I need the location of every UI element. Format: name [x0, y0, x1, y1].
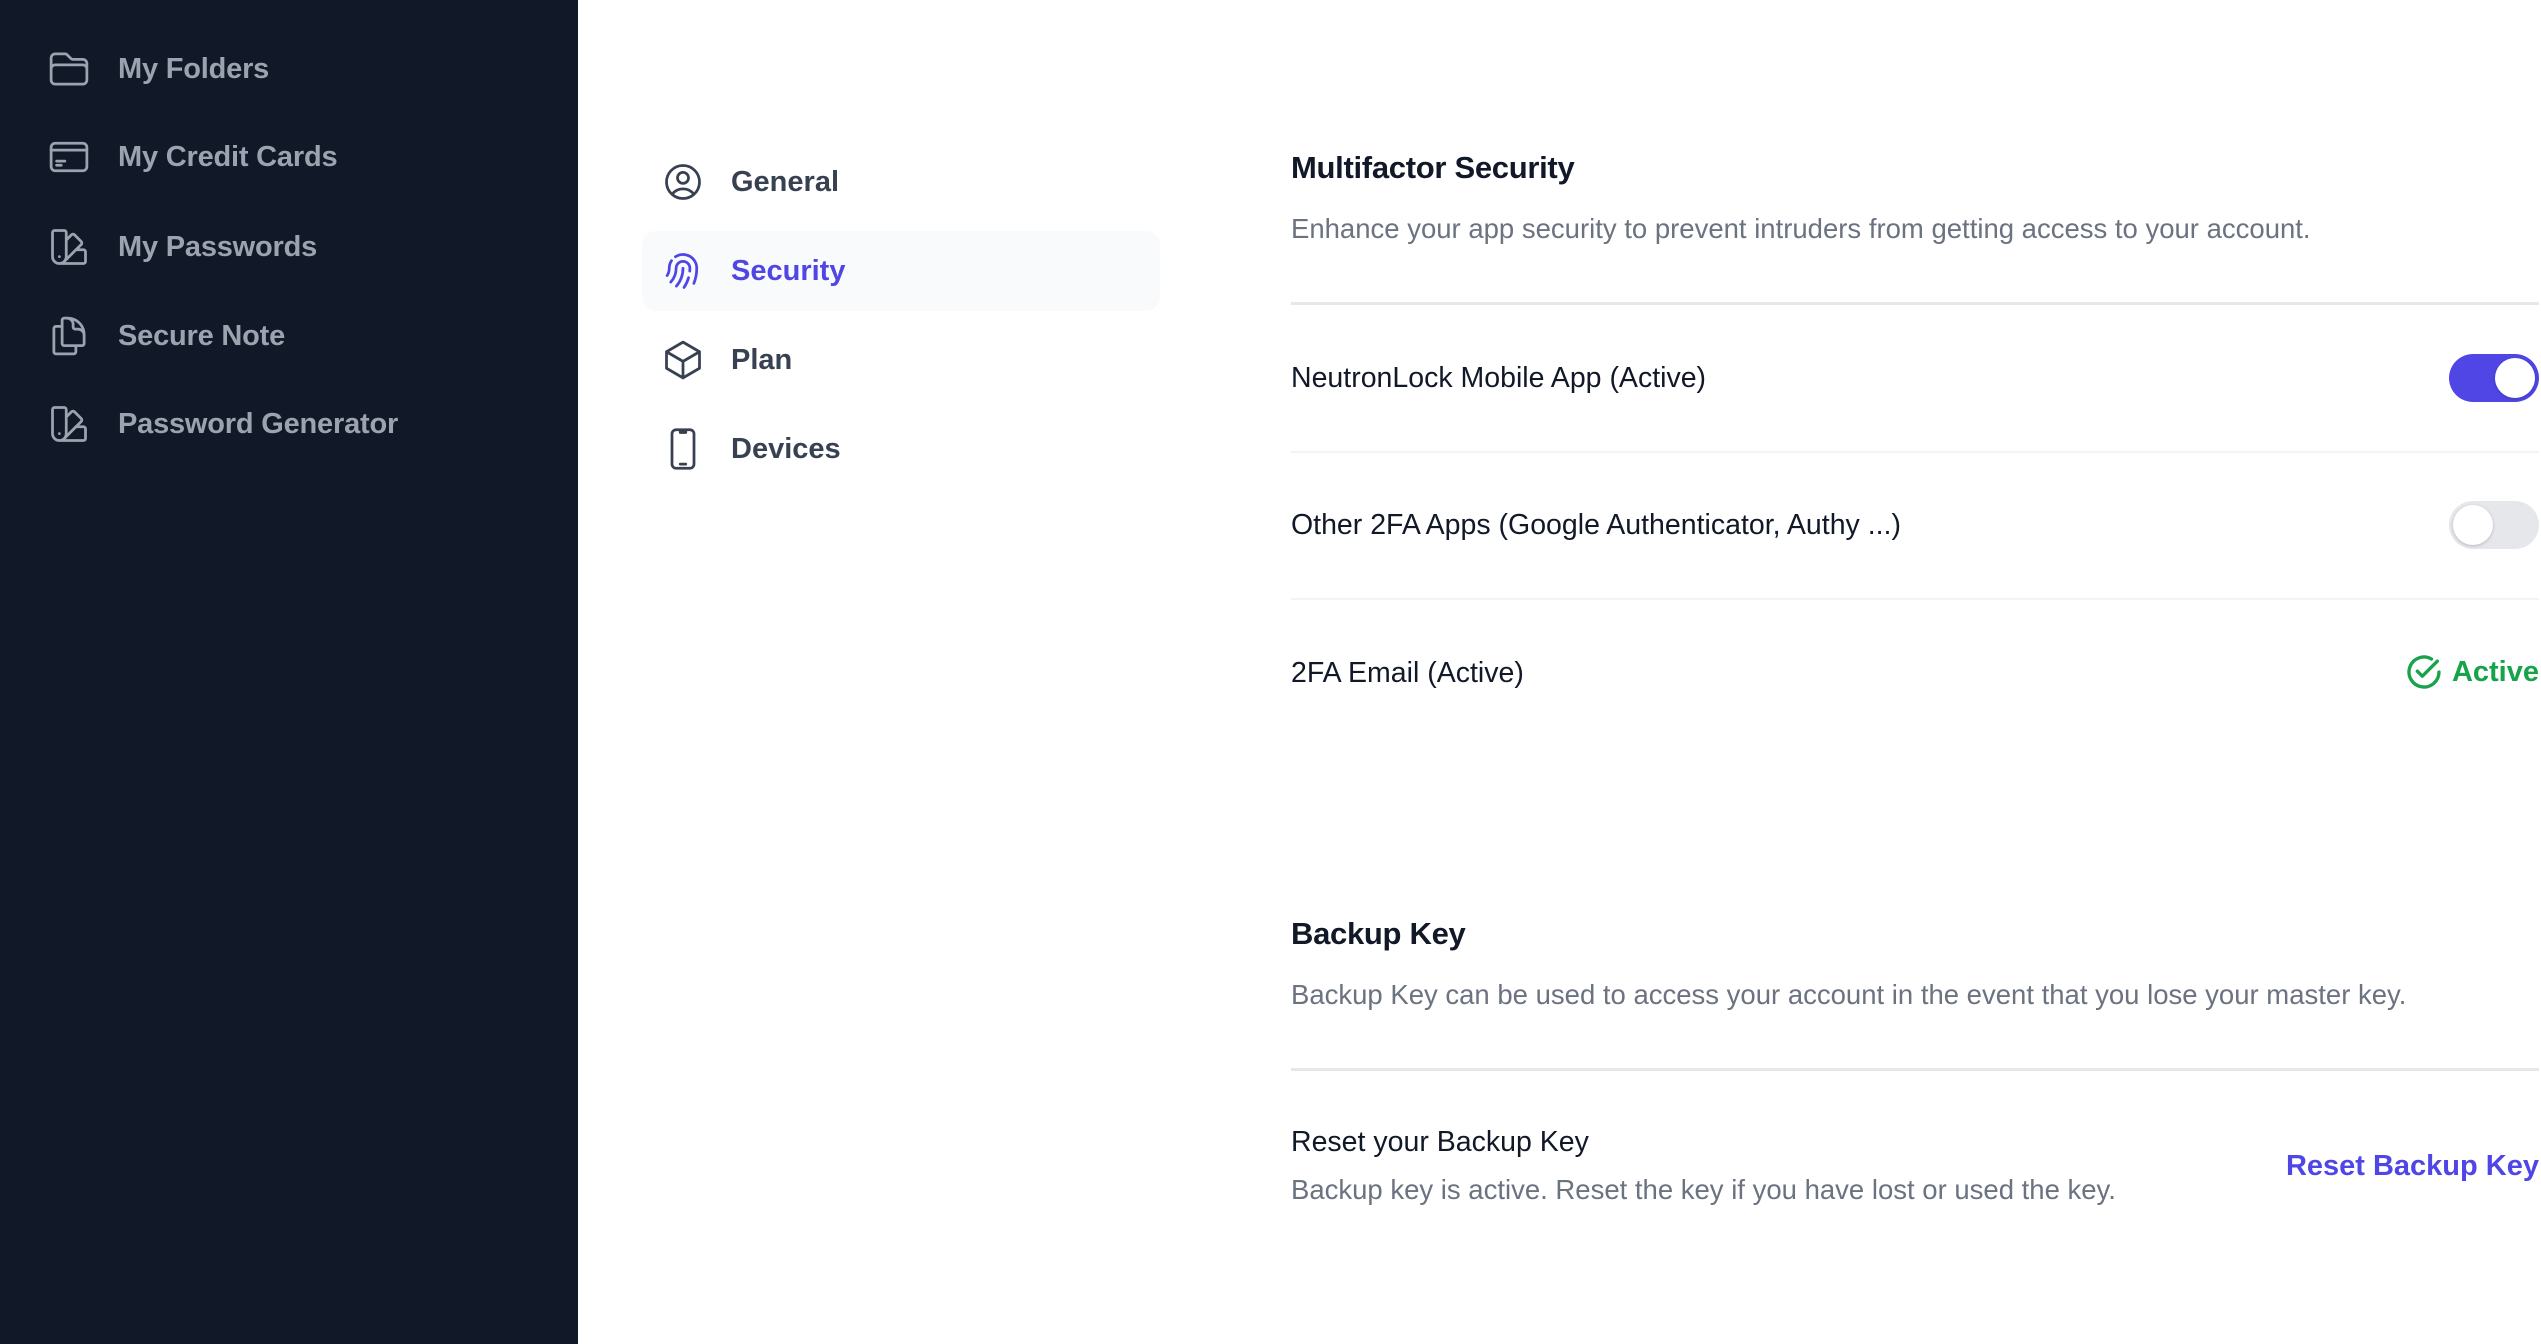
- cube-icon: [660, 337, 706, 383]
- tab-plan[interactable]: Plan: [642, 320, 1160, 400]
- check-circle-icon: [2407, 655, 2441, 689]
- divider: [1291, 451, 2539, 453]
- sidebar-item-label: Password Generator: [118, 407, 399, 440]
- sidebar-item-label: My Folders: [118, 52, 270, 85]
- backup-key-description: Backup Key can be used to access your ac…: [1291, 979, 2407, 1010]
- sidebar-item-my-credit-cards[interactable]: My Credit Cards: [46, 127, 546, 187]
- sidebar-item-label: Secure Note: [118, 319, 286, 352]
- reset-backup-key-button[interactable]: Reset Backup Key: [2286, 1150, 2539, 1183]
- tab-label: General: [731, 165, 839, 198]
- tab-devices[interactable]: Devices: [642, 409, 1160, 489]
- divider: [1291, 1068, 2539, 1071]
- other-2fa-apps-toggle[interactable]: [2449, 501, 2539, 549]
- tab-label: Devices: [731, 432, 841, 465]
- folder-icon: [46, 46, 92, 92]
- swatch-icon: [46, 401, 92, 447]
- credit-card-icon: [46, 134, 92, 180]
- multifactor-description: Enhance your app security to prevent int…: [1291, 213, 2311, 244]
- sidebar-item-label: My Credit Cards: [118, 140, 338, 173]
- status-text: Active: [2451, 655, 2539, 688]
- divider: [1291, 302, 2539, 305]
- sidebar-item-secure-note[interactable]: Secure Note: [46, 306, 546, 366]
- reset-backup-title: Reset your Backup Key: [1291, 1126, 1589, 1158]
- tab-general[interactable]: General: [642, 142, 1160, 222]
- divider: [1291, 598, 2539, 600]
- swatch-icon: [46, 224, 92, 270]
- mfa-row-label: Other 2FA Apps (Google Authenticator, Au…: [1291, 509, 1901, 541]
- tab-label: Plan: [731, 343, 793, 376]
- document-duplicate-icon: [46, 313, 92, 359]
- mobile-app-toggle[interactable]: [2449, 354, 2539, 402]
- toggle-knob: [2453, 505, 2493, 545]
- mfa-row-label: 2FA Email (Active): [1291, 657, 1524, 689]
- user-circle-icon: [660, 159, 706, 205]
- sidebar-item-password-generator[interactable]: Password Generator: [46, 394, 546, 454]
- sidebar-item-my-passwords[interactable]: My Passwords: [46, 217, 546, 277]
- tab-security[interactable]: Security: [642, 231, 1160, 311]
- email-status-badge: Active: [2404, 652, 2539, 692]
- toggle-knob: [2495, 358, 2535, 398]
- multifactor-title: Multifactor Security: [1291, 150, 1575, 185]
- sidebar-item-my-folders[interactable]: My Folders: [46, 39, 546, 99]
- device-phone-icon: [660, 426, 706, 472]
- app-sidebar: My Folders My Credit Cards My Passwords …: [0, 0, 578, 1344]
- mfa-row-label: NeutronLock Mobile App (Active): [1291, 362, 1707, 394]
- fingerprint-icon: [660, 248, 706, 294]
- sidebar-item-label: My Passwords: [118, 230, 318, 263]
- backup-key-title: Backup Key: [1291, 916, 1466, 951]
- tab-label: Security: [731, 254, 846, 287]
- reset-backup-description: Backup key is active. Reset the key if y…: [1291, 1174, 2116, 1205]
